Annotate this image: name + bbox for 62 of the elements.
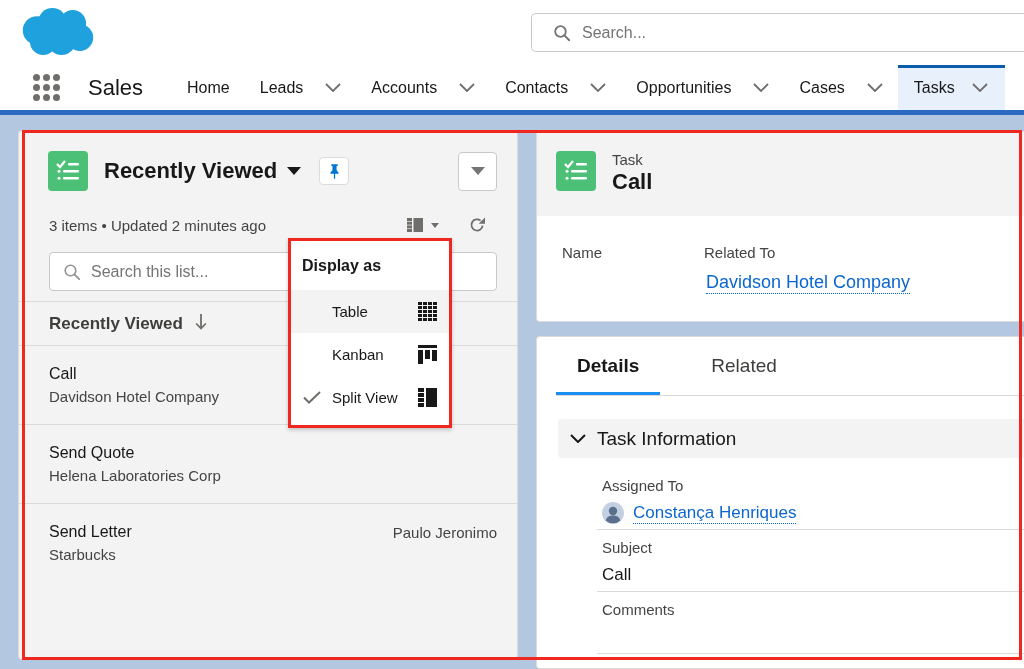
- menu-item[interactable]: Split View: [291, 376, 449, 419]
- display-as-button[interactable]: [407, 218, 439, 232]
- nav-tab[interactable]: Tasks: [897, 65, 1005, 110]
- record-tab[interactable]: Related: [690, 337, 798, 395]
- item-title: Call: [49, 364, 77, 384]
- split-view-icon: [407, 218, 423, 232]
- pin-icon: [329, 163, 339, 179]
- field-label: Related To: [704, 244, 776, 262]
- nav-tab[interactable]: Home: [172, 65, 245, 110]
- chevron-down-icon[interactable]: [590, 83, 607, 92]
- search-icon: [554, 24, 570, 41]
- kanban-icon: [418, 345, 437, 364]
- item-subtitle: Helena Laboratories Corp: [49, 466, 221, 486]
- item-title: Send Quote: [49, 443, 135, 463]
- field-label: Subject: [602, 539, 653, 557]
- item-subtitle: Davidson Hotel Company: [49, 387, 220, 407]
- menu-heading: Display as: [301, 256, 383, 276]
- chevron-down-icon[interactable]: [325, 83, 342, 92]
- list-summary: 3 items • Updated 2 minutes ago: [49, 216, 267, 234]
- field-value: Call: [602, 565, 632, 585]
- record-type: Task: [612, 151, 643, 169]
- sort-column-header[interactable]: Recently Viewed: [49, 313, 183, 334]
- field-label: Assigned To: [602, 477, 684, 495]
- list-item[interactable]: Send Letter Paulo Jeronimo Starbucks: [19, 503, 517, 582]
- user-link[interactable]: Constança Henriques: [633, 502, 797, 524]
- record-link[interactable]: Davidson Hotel Company: [706, 271, 911, 294]
- record-tab[interactable]: Details: [556, 337, 661, 395]
- field-label: Comments: [602, 601, 675, 619]
- nav-tab[interactable]: Opportunities: [621, 65, 785, 110]
- avatar-icon: [602, 502, 624, 524]
- app-name: Sales: [88, 74, 144, 101]
- nav-tab[interactable]: Leads: [244, 65, 357, 110]
- table-icon: [418, 302, 437, 321]
- global-search-field[interactable]: Search...: [531, 13, 1024, 52]
- task-list-icon: [556, 151, 596, 191]
- list-view-title: Recently Viewed: [104, 158, 278, 184]
- split-view-icon: [418, 388, 437, 407]
- section-header[interactable]: Task Information: [558, 419, 1024, 458]
- arrow-down-icon[interactable]: [194, 313, 207, 330]
- chevron-down-icon[interactable]: [459, 83, 476, 92]
- refresh-icon[interactable]: [469, 217, 485, 233]
- field-label: Name: [562, 244, 602, 262]
- caret-icon[interactable]: [287, 167, 302, 175]
- task-list-icon: [48, 151, 88, 191]
- item-subtitle: Starbucks: [49, 545, 116, 565]
- nav-tab[interactable]: Contacts: [490, 65, 622, 110]
- chevron-down-icon[interactable]: [753, 83, 770, 92]
- item-assignee: Paulo Jeronimo: [392, 523, 497, 541]
- pin-button[interactable]: [319, 157, 350, 185]
- item-title: Send Letter: [49, 522, 132, 542]
- chevron-down-icon[interactable]: [971, 83, 988, 92]
- record-title: Call: [612, 169, 653, 195]
- nav-tab[interactable]: Accounts: [356, 65, 491, 110]
- caret-icon: [470, 167, 485, 175]
- caret-icon: [431, 222, 439, 228]
- menu-item[interactable]: Table: [291, 290, 449, 333]
- list-actions-button[interactable]: [458, 151, 497, 191]
- section-title: Task Information: [597, 427, 737, 450]
- app-launcher-icon[interactable]: [33, 74, 60, 101]
- nav-tab[interactable]: Cases: [784, 65, 898, 110]
- search-icon: [64, 263, 80, 280]
- chevron-down-icon[interactable]: [866, 83, 883, 92]
